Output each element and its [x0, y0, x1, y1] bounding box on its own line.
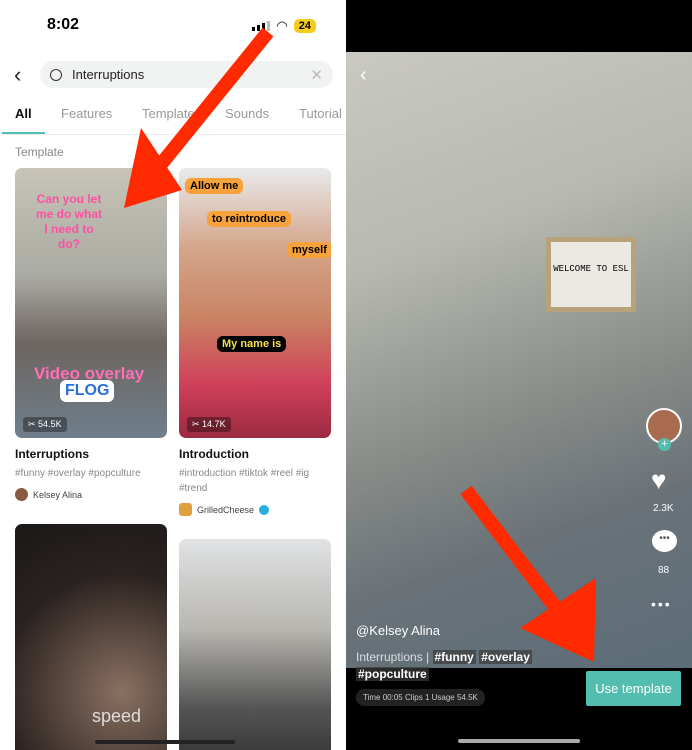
annotation-arrows [124, 27, 596, 662]
arrow-annotation [520, 578, 596, 662]
arrow-annotation [460, 485, 571, 625]
arrow-annotation [152, 27, 274, 173]
